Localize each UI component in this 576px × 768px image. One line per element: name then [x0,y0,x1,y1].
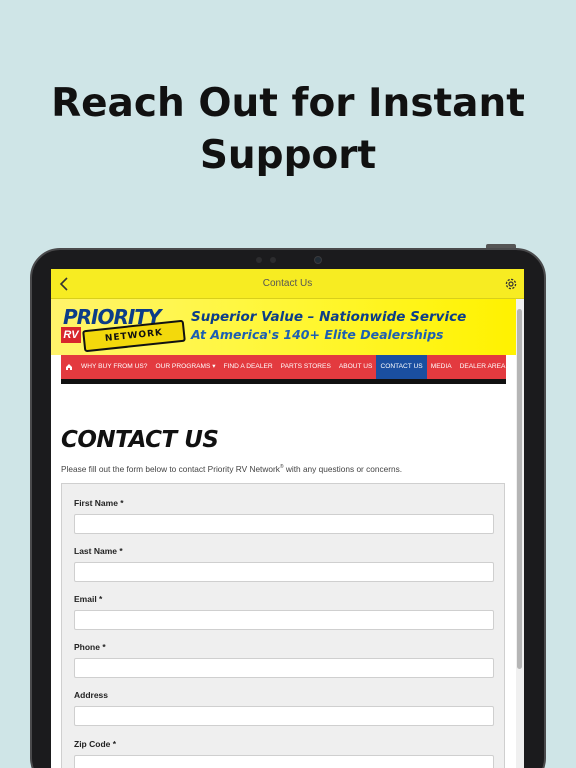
sensor-dot [270,257,276,263]
tagline-secondary: At America's 140+ Elite Dealerships [191,327,444,342]
zip-code-field[interactable] [74,755,494,768]
menu-divider [61,379,506,384]
intro-text-end: with any questions or concerns. [283,464,403,474]
headline-line-2: Support [199,133,377,178]
menu-item-parts-stores[interactable]: PARTS STORES [277,355,335,379]
address-field[interactable] [74,706,494,726]
logo-rv-badge: RV [61,327,81,343]
camera-bar [250,256,326,264]
gear-icon[interactable] [504,277,518,291]
contact-form: First Name * Last Name * Email * Phone *… [61,483,505,768]
scroll-thumb[interactable] [517,309,522,669]
page-title: CONTACT US [61,427,219,453]
first-name-label: First Name * [74,498,124,508]
menu-item-our-programs[interactable]: OUR PROGRAMS ▾ [151,355,219,379]
site-header-banner: PRIORITY RV NETWORK Superior Value – Nat… [51,299,516,355]
menu-item-about-us[interactable]: ABOUT US [335,355,377,379]
menu-item-find-dealer[interactable]: FIND A DEALER [220,355,277,379]
email-field[interactable] [74,610,494,630]
phone-field[interactable] [74,658,494,678]
intro-text-main: Please fill out the form below to contac… [61,464,280,474]
intro-text: Please fill out the form below to contac… [61,464,511,474]
menu-item-dealer-area[interactable]: DEALER AREA [456,355,510,379]
home-icon[interactable] [61,355,77,379]
last-name-label: Last Name * [74,546,123,556]
menu-item-media[interactable]: MEDIA [427,355,456,379]
last-name-field[interactable] [74,562,494,582]
headline-line-1: Reach Out for Instant [51,81,525,126]
app-nav-bar: Contact Us [51,269,524,299]
site-menu-bar: WHY BUY FROM US? OUR PROGRAMS ▾ FIND A D… [61,355,506,379]
app-screen: Contact Us PRIORITY RV NETWORK Superior … [51,269,524,768]
zip-code-label: Zip Code * [74,739,117,749]
first-name-field[interactable] [74,514,494,534]
marketing-headline: Reach Out for Instant Support [0,78,576,182]
menu-item-why-buy[interactable]: WHY BUY FROM US? [77,355,151,379]
sensor-dot [256,257,262,263]
camera-lens-icon [314,256,322,264]
menu-item-contact-us[interactable]: CONTACT US [376,355,427,379]
priority-rv-logo[interactable]: PRIORITY RV NETWORK [61,303,189,353]
scrollbar[interactable] [516,299,524,768]
address-label: Address [74,690,109,700]
phone-label: Phone * [74,642,106,652]
tagline-primary: Superior Value – Nationwide Service [191,309,467,325]
nav-title: Contact Us [262,278,313,289]
email-label: Email * [74,594,103,604]
